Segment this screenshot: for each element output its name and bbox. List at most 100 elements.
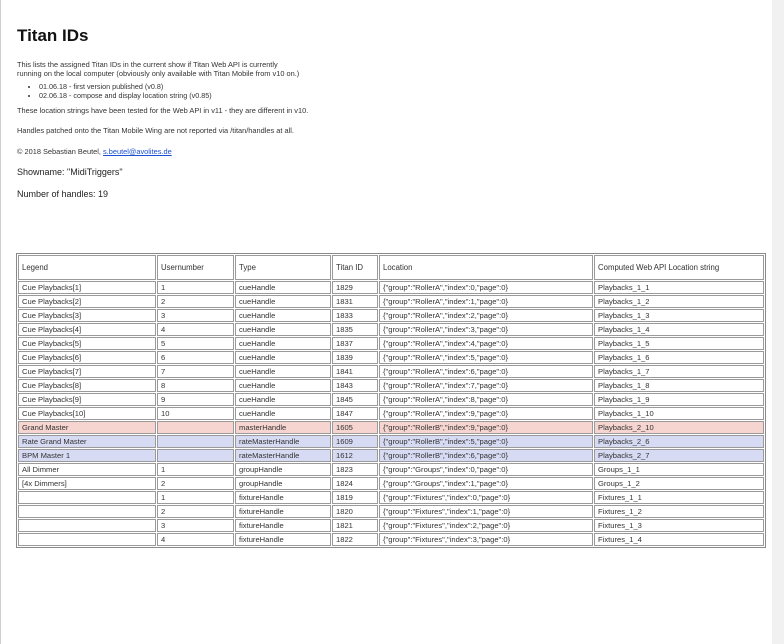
cell-usernumber: 1 <box>157 463 234 476</box>
table-row: Cue Playbacks[8] 8 cueHandle 1843 {"group":"… <box>18 379 764 392</box>
cell-legend: Cue Playbacks[2] <box>18 295 156 308</box>
cell-location: {"group":"RollerA","index":3,"page":0} <box>379 323 593 336</box>
table-row: Cue Playbacks[10] 10 cueHandle 1847 {"group"… <box>18 407 764 420</box>
cell-usernumber: 3 <box>157 309 234 322</box>
table-row: Cue Playbacks[1] 1 cueHandle 1829 {"group":"… <box>18 281 764 294</box>
column-header-legend: Legend <box>18 255 156 280</box>
cell-web-location: Playbacks_1_5 <box>594 337 764 350</box>
cell-legend: Rate Grand Master <box>18 435 156 448</box>
cell-location: {"group":"RollerB","index":6,"page":0} <box>379 449 593 462</box>
cell-location: {"group":"Fixtures","index":2,"page":0} <box>379 519 593 532</box>
cell-titan-id: 1609 <box>332 435 378 448</box>
cell-legend <box>18 533 156 546</box>
cell-web-location: Playbacks_1_3 <box>594 309 764 322</box>
table-row: Cue Playbacks[9] 9 cueHandle 1845 {"group":"… <box>18 393 764 406</box>
table-row: 3 fixtureHandle 1821 {"group":"Fixtures","i… <box>18 519 764 532</box>
cell-legend: Cue Playbacks[1] <box>18 281 156 294</box>
cell-usernumber <box>157 435 234 448</box>
cell-titan-id: 1605 <box>332 421 378 434</box>
cell-location: {"group":"Fixtures","index":1,"page":0} <box>379 505 593 518</box>
table-row: 1 fixtureHandle 1819 {"group":"Fixtures","i… <box>18 491 764 504</box>
cell-web-location: Playbacks_1_2 <box>594 295 764 308</box>
cell-titan-id: 1845 <box>332 393 378 406</box>
table-header-row: Legend Usernumber Type Titan ID Location… <box>18 255 764 280</box>
table-row: [4x Dimmers] 2 groupHandle 1824 {"group":"Gr… <box>18 477 764 490</box>
cell-titan-id: 1822 <box>332 533 378 546</box>
cell-type: cueHandle <box>235 351 331 364</box>
cell-location: {"group":"RollerA","index":1,"page":0} <box>379 295 593 308</box>
cell-type: fixtureHandle <box>235 519 331 532</box>
cell-web-location: Fixtures_1_4 <box>594 533 764 546</box>
cell-legend: Grand Master <box>18 421 156 434</box>
cell-usernumber: 1 <box>157 491 234 504</box>
table-row: Cue Playbacks[5] 5 cueHandle 1837 {"group":"… <box>18 337 764 350</box>
author-email-link[interactable]: s.beutel@avolites.de <box>103 147 172 156</box>
cell-web-location: Playbacks_2_6 <box>594 435 764 448</box>
cell-type: masterHandle <box>235 421 331 434</box>
table-row: Cue Playbacks[6] 6 cueHandle 1839 {"group":"… <box>18 351 764 364</box>
cell-usernumber: 7 <box>157 365 234 378</box>
cell-web-location: Playbacks_2_10 <box>594 421 764 434</box>
cell-location: {"group":"RollerB","index":5,"page":0} <box>379 435 593 448</box>
cell-location: {"group":"RollerA","index":6,"page":0} <box>379 365 593 378</box>
copyright-line: © 2018 Sebastian Beutel, s.beutel@avolit… <box>17 147 764 156</box>
column-header-location: Location <box>379 255 593 280</box>
cell-web-location: Groups_1_2 <box>594 477 764 490</box>
cell-usernumber: 9 <box>157 393 234 406</box>
cell-titan-id: 1833 <box>332 309 378 322</box>
cell-web-location: Fixtures_1_3 <box>594 519 764 532</box>
cell-type: cueHandle <box>235 295 331 308</box>
table-row: Rate Grand Master rateMasterHandle 1609 {"g… <box>18 435 764 448</box>
intro-line-1: This lists the assigned Titan IDs in the… <box>17 60 278 69</box>
cell-titan-id: 1843 <box>332 379 378 392</box>
cell-legend: Cue Playbacks[7] <box>18 365 156 378</box>
column-header-titan-id: Titan ID <box>332 255 378 280</box>
table-row: Grand Master masterHandle 1605 {"group":"Ro… <box>18 421 764 434</box>
cell-legend <box>18 505 156 518</box>
cell-type: cueHandle <box>235 393 331 406</box>
table-row: Cue Playbacks[7] 7 cueHandle 1841 {"group":"… <box>18 365 764 378</box>
cell-web-location: Playbacks_1_6 <box>594 351 764 364</box>
cell-type: cueHandle <box>235 309 331 322</box>
cell-titan-id: 1839 <box>332 351 378 364</box>
cell-location: {"group":"RollerA","index":5,"page":0} <box>379 351 593 364</box>
location-note: These location strings have been tested … <box>17 106 309 115</box>
table-row: Cue Playbacks[4] 4 cueHandle 1835 {"group":"… <box>18 323 764 336</box>
cell-web-location: Playbacks_1_7 <box>594 365 764 378</box>
cell-usernumber: 6 <box>157 351 234 364</box>
intro-line-2: running on the local computer (obviously… <box>17 69 300 78</box>
cell-titan-id: 1841 <box>332 365 378 378</box>
cell-type: groupHandle <box>235 463 331 476</box>
cell-usernumber <box>157 449 234 462</box>
cell-usernumber: 2 <box>157 295 234 308</box>
cell-type: rateMasterHandle <box>235 435 331 448</box>
cell-web-location: Playbacks_1_9 <box>594 393 764 406</box>
cell-usernumber: 8 <box>157 379 234 392</box>
cell-usernumber: 1 <box>157 281 234 294</box>
cell-location: {"group":"RollerA","index":0,"page":0} <box>379 281 593 294</box>
cell-legend: Cue Playbacks[4] <box>18 323 156 336</box>
cell-titan-id: 1837 <box>332 337 378 350</box>
cell-type: cueHandle <box>235 365 331 378</box>
cell-web-location: Playbacks_1_4 <box>594 323 764 336</box>
cell-location: {"group":"RollerA","index":2,"page":0} <box>379 309 593 322</box>
cell-web-location: Playbacks_1_8 <box>594 379 764 392</box>
cell-location: {"group":"RollerA","index":9,"page":0} <box>379 407 593 420</box>
cell-web-location: Fixtures_1_2 <box>594 505 764 518</box>
cell-web-location: Fixtures_1_1 <box>594 491 764 504</box>
cell-titan-id: 1829 <box>332 281 378 294</box>
cell-legend: Cue Playbacks[6] <box>18 351 156 364</box>
table-row: 4 fixtureHandle 1822 {"group":"Fixtures","i… <box>18 533 764 546</box>
cell-titan-id: 1820 <box>332 505 378 518</box>
showname: Showname: "MidiTriggers" <box>17 167 123 177</box>
cell-location: {"group":"RollerA","index":7,"page":0} <box>379 379 593 392</box>
cell-legend: Cue Playbacks[10] <box>18 407 156 420</box>
cell-usernumber: 2 <box>157 505 234 518</box>
table-row: All Dimmer 1 groupHandle 1823 {"group":"Grou… <box>18 463 764 476</box>
handles-table-body: Cue Playbacks[1] 1 cueHandle 1829 {"group":"… <box>18 281 764 546</box>
handles-table: Legend Usernumber Type Titan ID Location… <box>16 253 766 548</box>
cell-legend <box>18 491 156 504</box>
cell-legend: All Dimmer <box>18 463 156 476</box>
cell-type: fixtureHandle <box>235 491 331 504</box>
cell-type: fixtureHandle <box>235 505 331 518</box>
